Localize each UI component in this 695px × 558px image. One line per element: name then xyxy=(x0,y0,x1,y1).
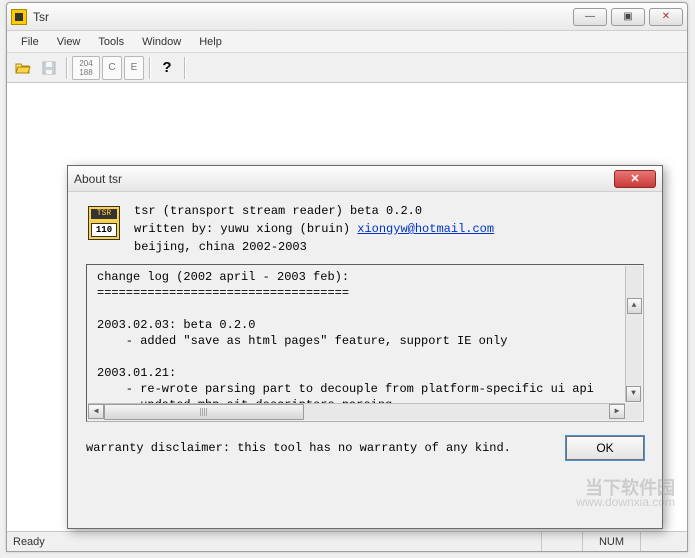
scroll-left-icon[interactable]: ◀ xyxy=(88,404,104,419)
packet-size-button[interactable]: 204 188 xyxy=(72,56,100,80)
dialog-title: About tsr xyxy=(74,172,614,186)
label-204: 204 xyxy=(79,59,92,68)
hscroll-thumb[interactable] xyxy=(104,404,304,420)
toolbar-separator xyxy=(149,57,150,79)
changelog-textarea[interactable]: change log (2002 april - 2003 feb): ====… xyxy=(86,264,644,422)
about-line-1: tsr (transport stream reader) beta 0.2.0 xyxy=(134,202,494,220)
toolbar-separator xyxy=(184,57,185,79)
menu-view[interactable]: View xyxy=(49,34,89,50)
hscroll-track[interactable] xyxy=(104,404,609,420)
save-icon xyxy=(37,56,61,80)
menu-file[interactable]: File xyxy=(13,34,47,50)
status-cell-empty1 xyxy=(541,532,582,551)
scroll-right-icon[interactable]: ▶ xyxy=(609,404,625,419)
dialog-body: TSR 110 tsr (transport stream reader) be… xyxy=(68,192,662,528)
app-icon xyxy=(11,9,27,25)
vscroll-track[interactable] xyxy=(626,283,642,385)
status-ready: Ready xyxy=(13,536,45,548)
scroll-down-icon[interactable]: ▼ xyxy=(626,386,641,402)
menu-window[interactable]: Window xyxy=(134,34,189,50)
author-email-link[interactable]: xiongyw@hotmail.com xyxy=(357,222,494,236)
client-area: About tsr ✕ TSR 110 tsr (transport strea… xyxy=(7,83,687,531)
status-cell-empty2 xyxy=(640,532,681,551)
toolbar: 204 188 C E ? xyxy=(7,53,687,83)
menu-tools[interactable]: Tools xyxy=(90,34,132,50)
logo-text-top: TSR xyxy=(91,209,117,219)
changelog-text: change log (2002 april - 2003 feb): ====… xyxy=(97,270,594,412)
logo-text-bottom: 110 xyxy=(91,223,117,237)
e-button[interactable]: E xyxy=(124,56,144,80)
menubar: File View Tools Window Help xyxy=(7,31,687,53)
close-button[interactable]: ✕ xyxy=(649,8,683,26)
help-icon[interactable]: ? xyxy=(155,56,179,80)
tsr-logo-icon: TSR 110 xyxy=(88,206,120,240)
about-dialog: About tsr ✕ TSR 110 tsr (transport strea… xyxy=(67,165,663,529)
toolbar-separator xyxy=(66,57,67,79)
horizontal-scrollbar[interactable]: ◀ ▶ xyxy=(88,403,625,420)
warranty-text: warranty disclaimer: this tool has no wa… xyxy=(86,441,566,455)
about-line-3: beijing, china 2002-2003 xyxy=(134,238,494,256)
c-button[interactable]: C xyxy=(102,56,122,80)
titlebar[interactable]: Tsr — ▣ ✕ xyxy=(7,3,687,31)
maximize-button[interactable]: ▣ xyxy=(611,8,645,26)
open-file-icon[interactable] xyxy=(11,56,35,80)
ok-button[interactable]: OK xyxy=(566,436,644,460)
main-window: Tsr — ▣ ✕ File View Tools Window Help 20… xyxy=(6,2,688,552)
about-info-text: tsr (transport stream reader) beta 0.2.0… xyxy=(134,202,494,256)
dialog-titlebar[interactable]: About tsr ✕ xyxy=(68,166,662,192)
scroll-corner xyxy=(625,403,642,420)
statusbar: Ready NUM xyxy=(7,531,687,551)
window-title: Tsr xyxy=(33,10,573,24)
minimize-button[interactable]: — xyxy=(573,8,607,26)
vertical-scrollbar[interactable]: ▲ ▼ xyxy=(625,266,642,402)
status-num: NUM xyxy=(582,532,640,551)
about-line-2-prefix: written by: yuwu xiong (bruin) xyxy=(134,222,357,236)
label-188: 188 xyxy=(79,68,92,77)
menu-help[interactable]: Help xyxy=(191,34,230,50)
dialog-close-button[interactable]: ✕ xyxy=(614,170,656,188)
